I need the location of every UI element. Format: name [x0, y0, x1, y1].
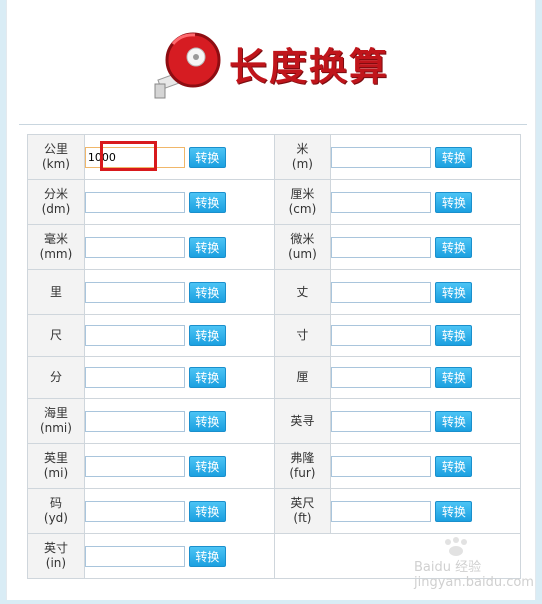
convert-um-button[interactable]: 转换: [435, 236, 473, 258]
convert-yd-button[interactable]: 转换: [188, 500, 226, 522]
unit-label: 厘: [273, 356, 332, 399]
table-row: 公里 (km) 1000 转换 米 (m) 转换: [27, 134, 521, 180]
fathom-input[interactable]: [331, 410, 432, 432]
unit-label: 尺: [27, 314, 85, 357]
tape-measure-icon: [154, 32, 221, 99]
unit-label: 英寻: [273, 398, 332, 444]
cun-input[interactable]: [331, 325, 432, 346]
convert-cun-button[interactable]: 转换: [435, 325, 473, 346]
convert-cm-button[interactable]: 转换: [435, 191, 473, 213]
convert-m-button[interactable]: 转换: [435, 146, 473, 168]
table-row: 尺 转换 寸 转换: [27, 314, 521, 357]
unit-label: 码 (yd): [27, 488, 85, 534]
table-row: 海里 (nmi) 转换 英寻 转换: [27, 398, 521, 444]
baidu-paw-icon: [445, 537, 467, 556]
unit-label: 英尺 (ft): [273, 488, 332, 534]
fen-input[interactable]: [84, 367, 185, 388]
in-input[interactable]: [84, 545, 185, 567]
convert-nmi-button[interactable]: 转换: [188, 410, 226, 432]
convert-dm-button[interactable]: 转换: [188, 191, 226, 213]
convert-li-button[interactable]: 转换: [188, 281, 226, 303]
unit-label: 厘米 (cm): [273, 179, 332, 225]
watermark: Baidu 经验 jingyan.baidu.com: [414, 560, 534, 590]
fur-input[interactable]: [331, 455, 432, 477]
table-row: 分 转换 厘 转换: [27, 356, 521, 399]
convert-zhang-button[interactable]: 转换: [435, 281, 473, 303]
km-input[interactable]: 1000: [84, 146, 185, 168]
convert-fur-button[interactable]: 转换: [435, 455, 473, 477]
header: 长度换算: [7, 0, 537, 120]
li-small-input[interactable]: [331, 367, 432, 388]
cm-input[interactable]: [331, 191, 432, 213]
convert-ft-button[interactable]: 转换: [435, 500, 473, 522]
table-row: 码 (yd) 转换 英尺 (ft) 转换: [27, 488, 521, 534]
um-input[interactable]: [331, 236, 432, 258]
unit-label: 公里 (km): [27, 134, 85, 180]
unit-label: 米 (m): [273, 134, 332, 180]
unit-label: 英里 (mi): [27, 443, 85, 489]
divider: [19, 124, 527, 125]
chi-input[interactable]: [84, 325, 185, 346]
unit-label: 里: [27, 269, 85, 315]
unit-label: 寸: [273, 314, 332, 357]
table-row: 分米 (dm) 转换 厘米 (cm) 转换: [27, 179, 521, 225]
unit-label: 弗隆 (fur): [273, 443, 332, 489]
convert-li-small-button[interactable]: 转换: [435, 367, 473, 388]
li-input[interactable]: [84, 281, 185, 303]
unit-label: 微米 (um): [273, 224, 332, 270]
page-title: 长度换算: [229, 44, 390, 89]
convert-in-button[interactable]: 转换: [188, 545, 226, 567]
table-row: 毫米 (mm) 转换 微米 (um) 转换: [27, 224, 521, 270]
convert-km-button[interactable]: 转换: [188, 146, 226, 168]
convert-fen-button[interactable]: 转换: [188, 367, 226, 388]
unit-label: 丈: [273, 269, 332, 315]
unit-label: 海里 (nmi): [27, 398, 85, 444]
mi-input[interactable]: [84, 455, 185, 477]
convert-mm-button[interactable]: 转换: [188, 236, 226, 258]
unit-label: 分: [27, 356, 85, 399]
convert-chi-button[interactable]: 转换: [188, 325, 226, 346]
zhang-input[interactable]: [331, 281, 432, 303]
ft-input[interactable]: [331, 500, 432, 522]
yd-input[interactable]: [84, 500, 185, 522]
convert-mi-button[interactable]: 转换: [188, 455, 226, 477]
dm-input[interactable]: [84, 191, 185, 213]
unit-label: 毫米 (mm): [27, 224, 85, 270]
table-row: 英里 (mi) 转换 弗隆 (fur) 转换: [27, 443, 521, 489]
m-input[interactable]: [331, 146, 432, 168]
conversion-table: 公里 (km) 1000 转换 米 (m) 转换 分米 (dm) 转换 厘米 (cm) 转…: [27, 134, 521, 579]
unit-label: 分米 (dm): [27, 179, 85, 225]
unit-label: 英寸 (in): [27, 533, 85, 579]
mm-input[interactable]: [84, 236, 185, 258]
convert-fathom-button[interactable]: 转换: [435, 410, 473, 432]
nmi-input[interactable]: [84, 410, 185, 432]
table-row: 里 转换 丈 转换: [27, 269, 521, 315]
